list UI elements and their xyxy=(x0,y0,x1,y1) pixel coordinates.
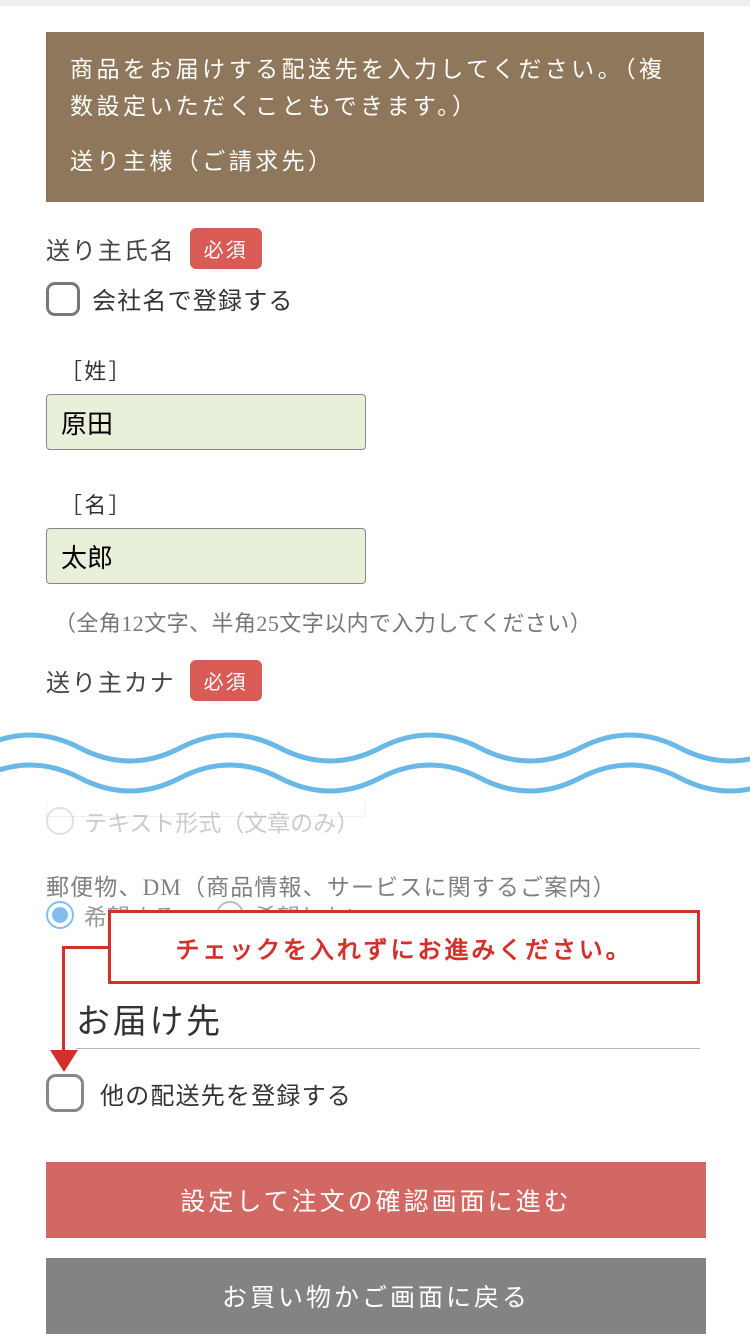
instruction-banner: 商品をお届けする配送先を入力してください。（複数設定いただくこともできます。） … xyxy=(46,32,704,202)
other-delivery-checkbox[interactable] xyxy=(46,1074,84,1112)
divider xyxy=(76,1048,700,1049)
back-button-label: お買い物かご画面に戻る xyxy=(222,1278,530,1314)
back-button[interactable]: お買い物かご画面に戻る xyxy=(46,1258,706,1334)
sender-name-label: 送り主氏名 xyxy=(46,231,176,266)
banner-text-1: 商品をお届けする配送先を入力してください。（複数設定いただくこともできます。） xyxy=(70,52,680,126)
arrow-head-icon xyxy=(50,1050,78,1072)
arrow-line xyxy=(62,946,110,949)
name-helper-text: （全角12文字、半角25文字以内で入力してください） xyxy=(54,606,704,638)
banner-text-2: 送り主様（ご請求先） xyxy=(70,144,680,181)
radio-icon[interactable] xyxy=(46,807,74,835)
last-name-input[interactable] xyxy=(46,394,366,450)
sender-kana-label: 送り主カナ xyxy=(46,663,176,698)
company-name-checkbox-label: 会社名で登録する xyxy=(92,281,294,316)
dm-opt1-radio[interactable] xyxy=(46,901,74,929)
wave-divider xyxy=(0,720,750,800)
required-badge: 必須 xyxy=(190,660,262,701)
first-name-label: ［名］ xyxy=(60,488,704,520)
first-name-input[interactable] xyxy=(46,528,366,584)
top-divider xyxy=(0,0,750,6)
delivery-section-title: お届け先 xyxy=(76,994,223,1043)
last-name-label: ［姓］ xyxy=(60,354,704,386)
instruction-callout: チェックを入れずにお進みください。 xyxy=(108,910,700,984)
callout-text: チェックを入れずにお進みください。 xyxy=(176,930,633,965)
proceed-button[interactable]: 設定して注文の確認画面に進む xyxy=(46,1162,706,1238)
other-delivery-checkbox-label: 他の配送先を登録する xyxy=(100,1076,352,1111)
format-option-label: テキスト形式（文章のみ） xyxy=(84,804,359,838)
proceed-button-label: 設定して注文の確認画面に進む xyxy=(180,1182,571,1218)
company-name-checkbox[interactable] xyxy=(46,282,80,316)
format-option-row: テキスト形式（文章のみ） xyxy=(46,798,359,838)
arrow-line xyxy=(62,946,65,1056)
required-badge: 必須 xyxy=(190,228,262,269)
dm-label: 郵便物、DM（商品情報、サービスに関するご案内） xyxy=(46,868,617,902)
